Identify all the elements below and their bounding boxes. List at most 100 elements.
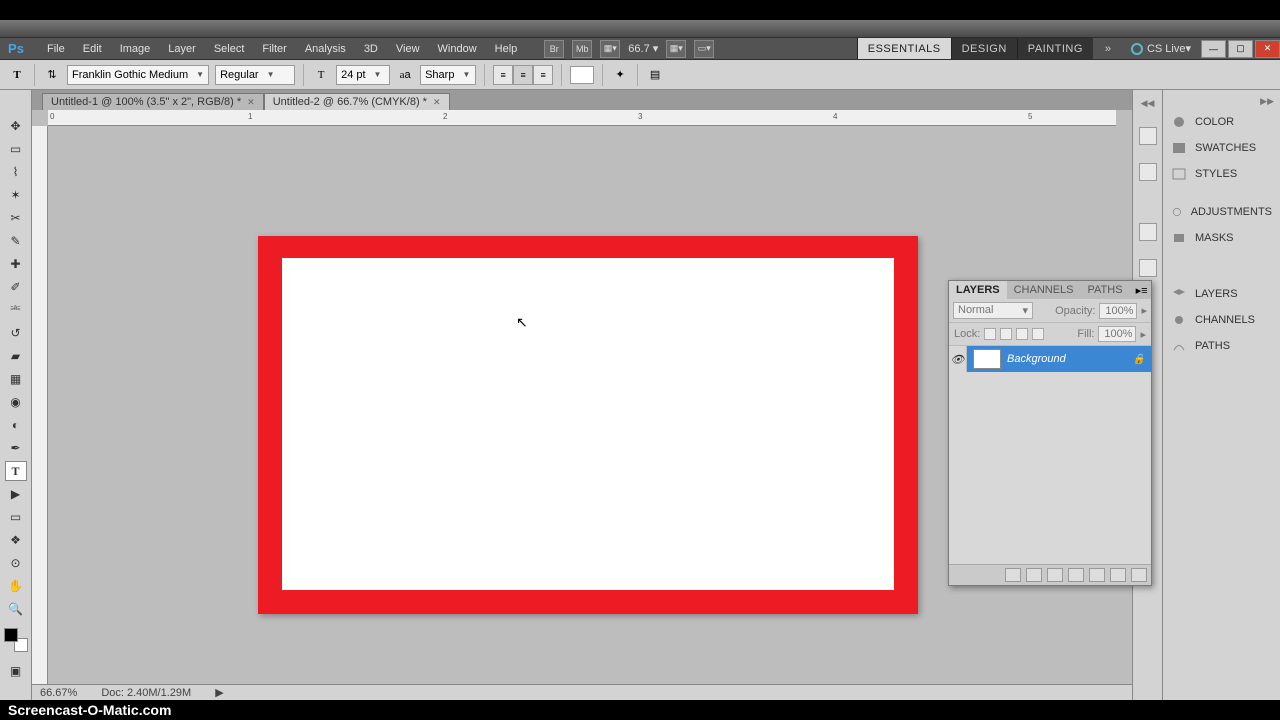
view-extras-icon[interactable]: ▦▾	[600, 40, 620, 58]
align-center-button[interactable]: ≡	[513, 65, 533, 85]
adjustment-layer-icon[interactable]	[1068, 568, 1084, 582]
workspace-more-icon[interactable]: »	[1093, 43, 1123, 55]
lock-pixels-icon[interactable]	[1000, 328, 1012, 340]
hand-tool[interactable]: ✋	[5, 576, 27, 596]
panel-paths[interactable]: PATHS	[1163, 333, 1280, 359]
lock-transparent-icon[interactable]	[984, 328, 996, 340]
history-brush-tool[interactable]: ↺	[5, 323, 27, 343]
shape-tool[interactable]: ▭	[5, 507, 27, 527]
path-select-tool[interactable]: ▶	[5, 484, 27, 504]
tab-paths[interactable]: PATHS	[1081, 281, 1130, 299]
pen-tool[interactable]: ✒	[5, 438, 27, 458]
quickmask-icon[interactable]: ▣	[5, 661, 27, 681]
menu-help[interactable]: Help	[486, 43, 527, 55]
panel-styles[interactable]: STYLES	[1163, 161, 1280, 187]
collapse-arrow-icon[interactable]: ◀◀	[1141, 98, 1155, 109]
workspace-painting[interactable]: PAINTING	[1017, 38, 1093, 59]
eraser-tool[interactable]: ▰	[5, 346, 27, 366]
doc-tab-2[interactable]: Untitled-2 @ 66.7% (CMYK/8) *✕	[264, 93, 450, 110]
workspace-essentials[interactable]: ESSENTIALS	[857, 38, 951, 59]
paragraph-icon[interactable]	[1139, 259, 1157, 277]
quick-select-tool[interactable]: ✶	[5, 185, 27, 205]
tab-channels[interactable]: CHANNELS	[1007, 281, 1081, 299]
marquee-tool[interactable]: ▭	[5, 139, 27, 159]
minimize-button[interactable]: —	[1201, 40, 1226, 58]
screen-mode-icon[interactable]: ▭▾	[694, 40, 714, 58]
bridge-icon[interactable]: Br	[544, 40, 564, 58]
brush-tool[interactable]: ✐	[5, 277, 27, 297]
font-size-dropdown[interactable]: 24 pt▼	[336, 65, 390, 85]
close-button[interactable]: ✕	[1255, 40, 1280, 58]
font-style-dropdown[interactable]: Regular▼	[215, 65, 295, 85]
menu-image[interactable]: Image	[111, 43, 160, 55]
panel-menu-icon[interactable]: ▸≡	[1130, 281, 1154, 299]
navigator-icon[interactable]	[1139, 163, 1157, 181]
menu-view[interactable]: View	[387, 43, 429, 55]
layer-row[interactable]: 👁 Background 🔒	[949, 346, 1151, 372]
doc-tab-1[interactable]: Untitled-1 @ 100% (3.5" x 2", RGB/8) *✕	[42, 93, 264, 110]
align-right-button[interactable]: ≡	[533, 65, 553, 85]
menu-select[interactable]: Select	[205, 43, 254, 55]
canvas[interactable]: ↖	[258, 236, 918, 614]
blur-tool[interactable]: ◉	[5, 392, 27, 412]
minibridge-icon[interactable]: Mb	[572, 40, 592, 58]
character-panel-icon[interactable]: ▤	[646, 66, 664, 84]
lock-position-icon[interactable]	[1016, 328, 1028, 340]
workspace-design[interactable]: DESIGN	[951, 38, 1017, 59]
character-icon[interactable]	[1139, 223, 1157, 241]
layer-thumbnail[interactable]	[973, 349, 1001, 369]
collapse-arrow-icon[interactable]: ▶▶	[1163, 94, 1280, 109]
visibility-icon[interactable]: 👁	[949, 346, 967, 372]
lasso-tool[interactable]: ⌇	[5, 162, 27, 182]
menu-layer[interactable]: Layer	[159, 43, 205, 55]
align-left-button[interactable]: ≡	[493, 65, 513, 85]
healing-tool[interactable]: ✚	[5, 254, 27, 274]
text-orientation-icon[interactable]: ⇅	[43, 66, 61, 84]
tab-layers[interactable]: LAYERS	[949, 281, 1007, 299]
layer-list[interactable]: 👁 Background 🔒	[949, 346, 1151, 564]
move-tool[interactable]: ✥	[5, 116, 27, 136]
status-zoom[interactable]: 66.67%	[40, 687, 77, 699]
menu-edit[interactable]: Edit	[74, 43, 111, 55]
maximize-button[interactable]: ▢	[1228, 40, 1253, 58]
menu-file[interactable]: File	[38, 43, 74, 55]
group-icon[interactable]	[1089, 568, 1105, 582]
layer-name[interactable]: Background	[1007, 353, 1066, 365]
panel-masks[interactable]: MASKS	[1163, 225, 1280, 251]
lock-all-icon[interactable]	[1032, 328, 1044, 340]
close-icon[interactable]: ✕	[433, 97, 441, 108]
status-doc-size[interactable]: Doc: 2.40M/1.29M	[101, 687, 191, 699]
arrange-docs-icon[interactable]: ▦▾	[666, 40, 686, 58]
eyedropper-tool[interactable]: ✎	[5, 231, 27, 251]
panel-color[interactable]: COLOR	[1163, 109, 1280, 135]
new-layer-icon[interactable]	[1110, 568, 1126, 582]
history-icon[interactable]	[1139, 127, 1157, 145]
tool-preset-icon[interactable]: T	[8, 66, 26, 84]
layer-mask-icon[interactable]	[1047, 568, 1063, 582]
gradient-tool[interactable]: ▦	[5, 369, 27, 389]
menu-filter[interactable]: Filter	[253, 43, 295, 55]
delete-layer-icon[interactable]	[1131, 568, 1147, 582]
layer-fx-icon[interactable]	[1026, 568, 1042, 582]
warp-text-icon[interactable]: ✦	[611, 66, 629, 84]
zoom-level[interactable]: 66.7 ▾	[628, 42, 658, 55]
zoom-tool[interactable]: 🔍	[5, 599, 27, 619]
menu-3d[interactable]: 3D	[355, 43, 387, 55]
3d-tool[interactable]: ❖	[5, 530, 27, 550]
color-picker[interactable]	[4, 628, 28, 652]
camera-tool[interactable]: ⊙	[5, 553, 27, 573]
opacity-field[interactable]: 100%	[1099, 303, 1137, 319]
stamp-tool[interactable]: ⎃	[5, 300, 27, 320]
layers-panel[interactable]: LAYERS CHANNELS PATHS ▸≡ Normal▾ Opacity…	[948, 280, 1152, 586]
panel-layers[interactable]: LAYERS	[1163, 281, 1280, 307]
menu-analysis[interactable]: Analysis	[296, 43, 355, 55]
font-family-dropdown[interactable]: Franklin Gothic Medium▼	[67, 65, 209, 85]
text-color-swatch[interactable]	[570, 66, 594, 84]
fill-field[interactable]: 100%	[1098, 326, 1136, 342]
panel-adjustments[interactable]: ADJUSTMENTS	[1163, 199, 1280, 225]
panel-swatches[interactable]: SWATCHES	[1163, 135, 1280, 161]
blend-mode-dropdown[interactable]: Normal▾	[953, 302, 1033, 319]
panel-channels[interactable]: CHANNELS	[1163, 307, 1280, 333]
crop-tool[interactable]: ✂	[5, 208, 27, 228]
menu-window[interactable]: Window	[429, 43, 486, 55]
